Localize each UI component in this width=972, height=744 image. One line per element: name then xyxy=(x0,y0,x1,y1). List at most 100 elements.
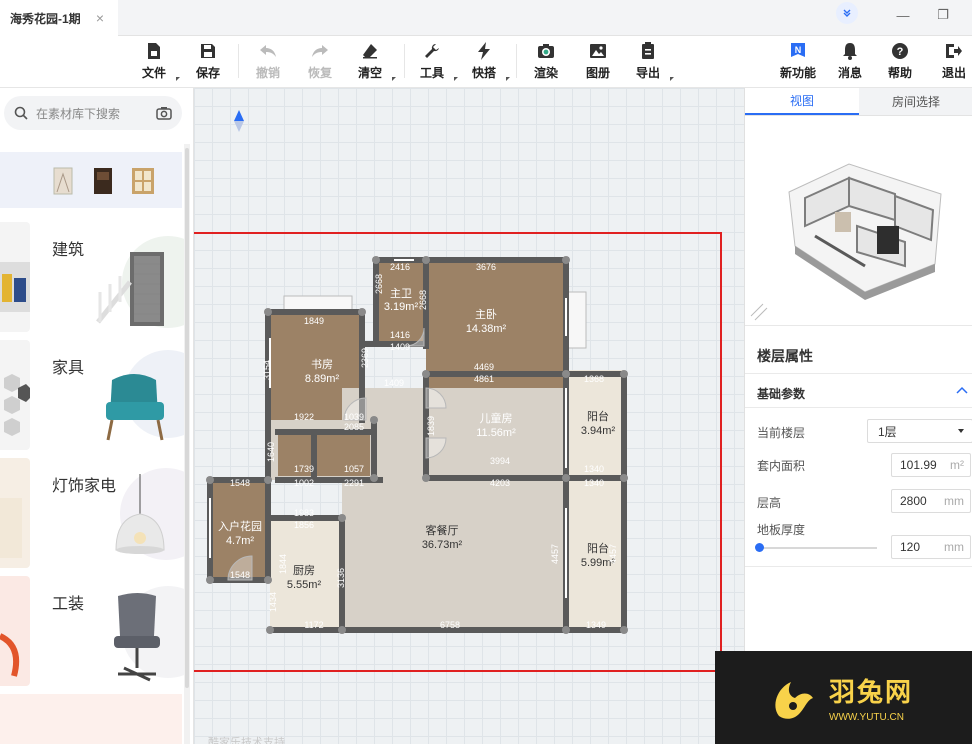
tab-view[interactable]: 视图 xyxy=(745,88,859,115)
minimize-button[interactable]: — xyxy=(888,3,918,27)
category-office[interactable]: 工装 xyxy=(38,576,184,686)
category-label: 家具 xyxy=(52,360,85,377)
current-floor-label: 当前楼层 xyxy=(757,426,806,440)
export-button[interactable]: 导出 xyxy=(628,42,674,81)
floor-select-value: 1层 xyxy=(878,424,897,439)
save-label: 保存 xyxy=(195,66,220,80)
quick-label: 快搭 xyxy=(471,66,496,80)
thickness-slider-track[interactable] xyxy=(757,547,877,549)
undo-label: 撤销 xyxy=(255,66,280,80)
rabbit-logo-icon xyxy=(775,681,813,719)
export-icon xyxy=(639,42,657,60)
category-side-thumb[interactable] xyxy=(0,222,30,332)
tab-project[interactable]: 海秀花园-1期 × xyxy=(0,0,118,36)
height-field[interactable]: 2800 mm xyxy=(891,489,971,513)
tab-bar: 海秀花园-1期 × — ❐ xyxy=(0,0,972,36)
clear-button[interactable]: 清空 xyxy=(350,42,396,81)
toolbar-separator xyxy=(516,44,517,78)
divider xyxy=(745,566,972,567)
thickness-label: 地板厚度 xyxy=(757,523,806,537)
category-furniture[interactable]: 家具 xyxy=(38,340,184,450)
yutu-brand-overlay: 羽兔网 WWW.YUTU.CN xyxy=(715,651,972,744)
lightning-icon xyxy=(475,42,493,60)
camera-search-icon[interactable] xyxy=(156,106,172,120)
height-unit: mm xyxy=(944,494,964,508)
new-badge-icon: N xyxy=(789,42,807,60)
thickness-slider-handle[interactable] xyxy=(755,543,764,552)
height-value: 2800 xyxy=(900,494,927,508)
divider xyxy=(745,407,972,408)
basic-params-title[interactable]: 基础参数 xyxy=(757,385,805,402)
app-window: 海秀花园-1期 × — ❐ 文件 保存 撤销 恢复 清空 工具 快搭 渲染 图册… xyxy=(0,0,972,744)
3d-model-thumbnail xyxy=(750,163,942,321)
category-side-thumb[interactable] xyxy=(0,458,30,568)
toolbar-separator xyxy=(238,44,239,78)
save-button[interactable]: 保存 xyxy=(188,42,228,81)
wrench-icon xyxy=(423,42,441,60)
redo-icon xyxy=(311,42,329,60)
toolbar-separator xyxy=(404,44,405,78)
bell-icon xyxy=(841,42,859,60)
new-feature-button[interactable]: N 新功能 xyxy=(778,42,818,81)
new-feature-label: 新功能 xyxy=(779,66,816,80)
camera-icon xyxy=(537,42,555,60)
canvas-watermark: 酷家乐技术支持 xyxy=(208,737,285,744)
redo-button[interactable]: 恢复 xyxy=(300,42,340,81)
file-button[interactable]: 文件 xyxy=(134,42,180,81)
undo-icon xyxy=(259,42,277,60)
3d-preview[interactable] xyxy=(745,116,972,326)
selection-rectangle xyxy=(194,232,722,672)
brand-url: WWW.YUTU.CN xyxy=(829,712,904,723)
undo-button[interactable]: 撤销 xyxy=(248,42,288,81)
divider xyxy=(745,373,972,374)
category-side-thumb[interactable] xyxy=(0,340,30,450)
collapse-chevron-icon[interactable] xyxy=(836,2,858,24)
category-side-thumb[interactable] xyxy=(0,576,30,686)
design-canvas[interactable]: 主卫 3.19m² 主卧 14.38m² 书房 8.89m² 儿童房 11.56… xyxy=(194,88,744,744)
brand-name: 羽兔网 xyxy=(829,677,914,707)
file-icon xyxy=(145,42,163,60)
exit-button[interactable]: 退出 xyxy=(934,42,972,81)
thickness-unit: mm xyxy=(944,540,964,554)
export-label: 导出 xyxy=(635,66,660,80)
inner-area-label: 套内面积 xyxy=(757,459,806,473)
tools-button[interactable]: 工具 xyxy=(412,42,458,81)
category-building[interactable]: 建筑 xyxy=(38,222,184,332)
inner-area-value: 101.99 xyxy=(900,458,937,472)
category-lighting[interactable]: 灯饰家电 xyxy=(38,458,184,568)
picture-icon xyxy=(589,42,607,60)
category-label: 工装 xyxy=(52,596,85,613)
thickness-field[interactable]: 120 mm xyxy=(891,535,971,559)
save-icon xyxy=(199,42,217,60)
svg-text:N: N xyxy=(795,45,802,55)
exit-icon xyxy=(945,42,963,60)
clear-label: 清空 xyxy=(357,66,382,80)
quick-build-button[interactable]: 快搭 xyxy=(464,42,510,81)
inner-area-field[interactable]: 101.99 m² xyxy=(891,453,971,477)
toolbar: 文件 保存 撤销 恢复 清空 工具 快搭 渲染 图册 导出 N 新功能 消息 ?… xyxy=(0,36,972,88)
messages-button[interactable]: 消息 xyxy=(830,42,870,81)
help-button[interactable]: ? 帮助 xyxy=(880,42,920,81)
recent-item-thumbnails[interactable] xyxy=(0,152,182,208)
album-label: 图册 xyxy=(585,66,610,80)
material-library-panel: 在素材库下搜索 建筑 家具 灯饰家电 工装 xyxy=(0,88,194,744)
panel-scroll-thumb[interactable] xyxy=(185,148,189,688)
view-tabs: 视图 房间选择 xyxy=(745,88,972,116)
render-button[interactable]: 渲染 xyxy=(526,42,566,81)
search-box[interactable]: 在素材库下搜索 xyxy=(4,96,182,130)
tools-label: 工具 xyxy=(419,66,444,80)
file-label: 文件 xyxy=(141,66,166,80)
tab-close-icon[interactable]: × xyxy=(96,10,104,26)
floor-select[interactable]: 1层 xyxy=(867,419,972,443)
recent-items-strip xyxy=(0,152,182,208)
chevron-up-icon[interactable] xyxy=(956,386,968,394)
dropdown-arrow-icon xyxy=(958,429,964,433)
tab-room-select[interactable]: 房间选择 xyxy=(859,88,972,115)
height-label: 层高 xyxy=(757,496,782,510)
album-button[interactable]: 图册 xyxy=(578,42,618,81)
search-icon xyxy=(14,106,28,120)
messages-label: 消息 xyxy=(837,66,862,80)
render-label: 渲染 xyxy=(533,66,558,80)
search-input[interactable]: 在素材库下搜索 xyxy=(36,105,156,122)
restore-button[interactable]: ❐ xyxy=(928,3,958,27)
